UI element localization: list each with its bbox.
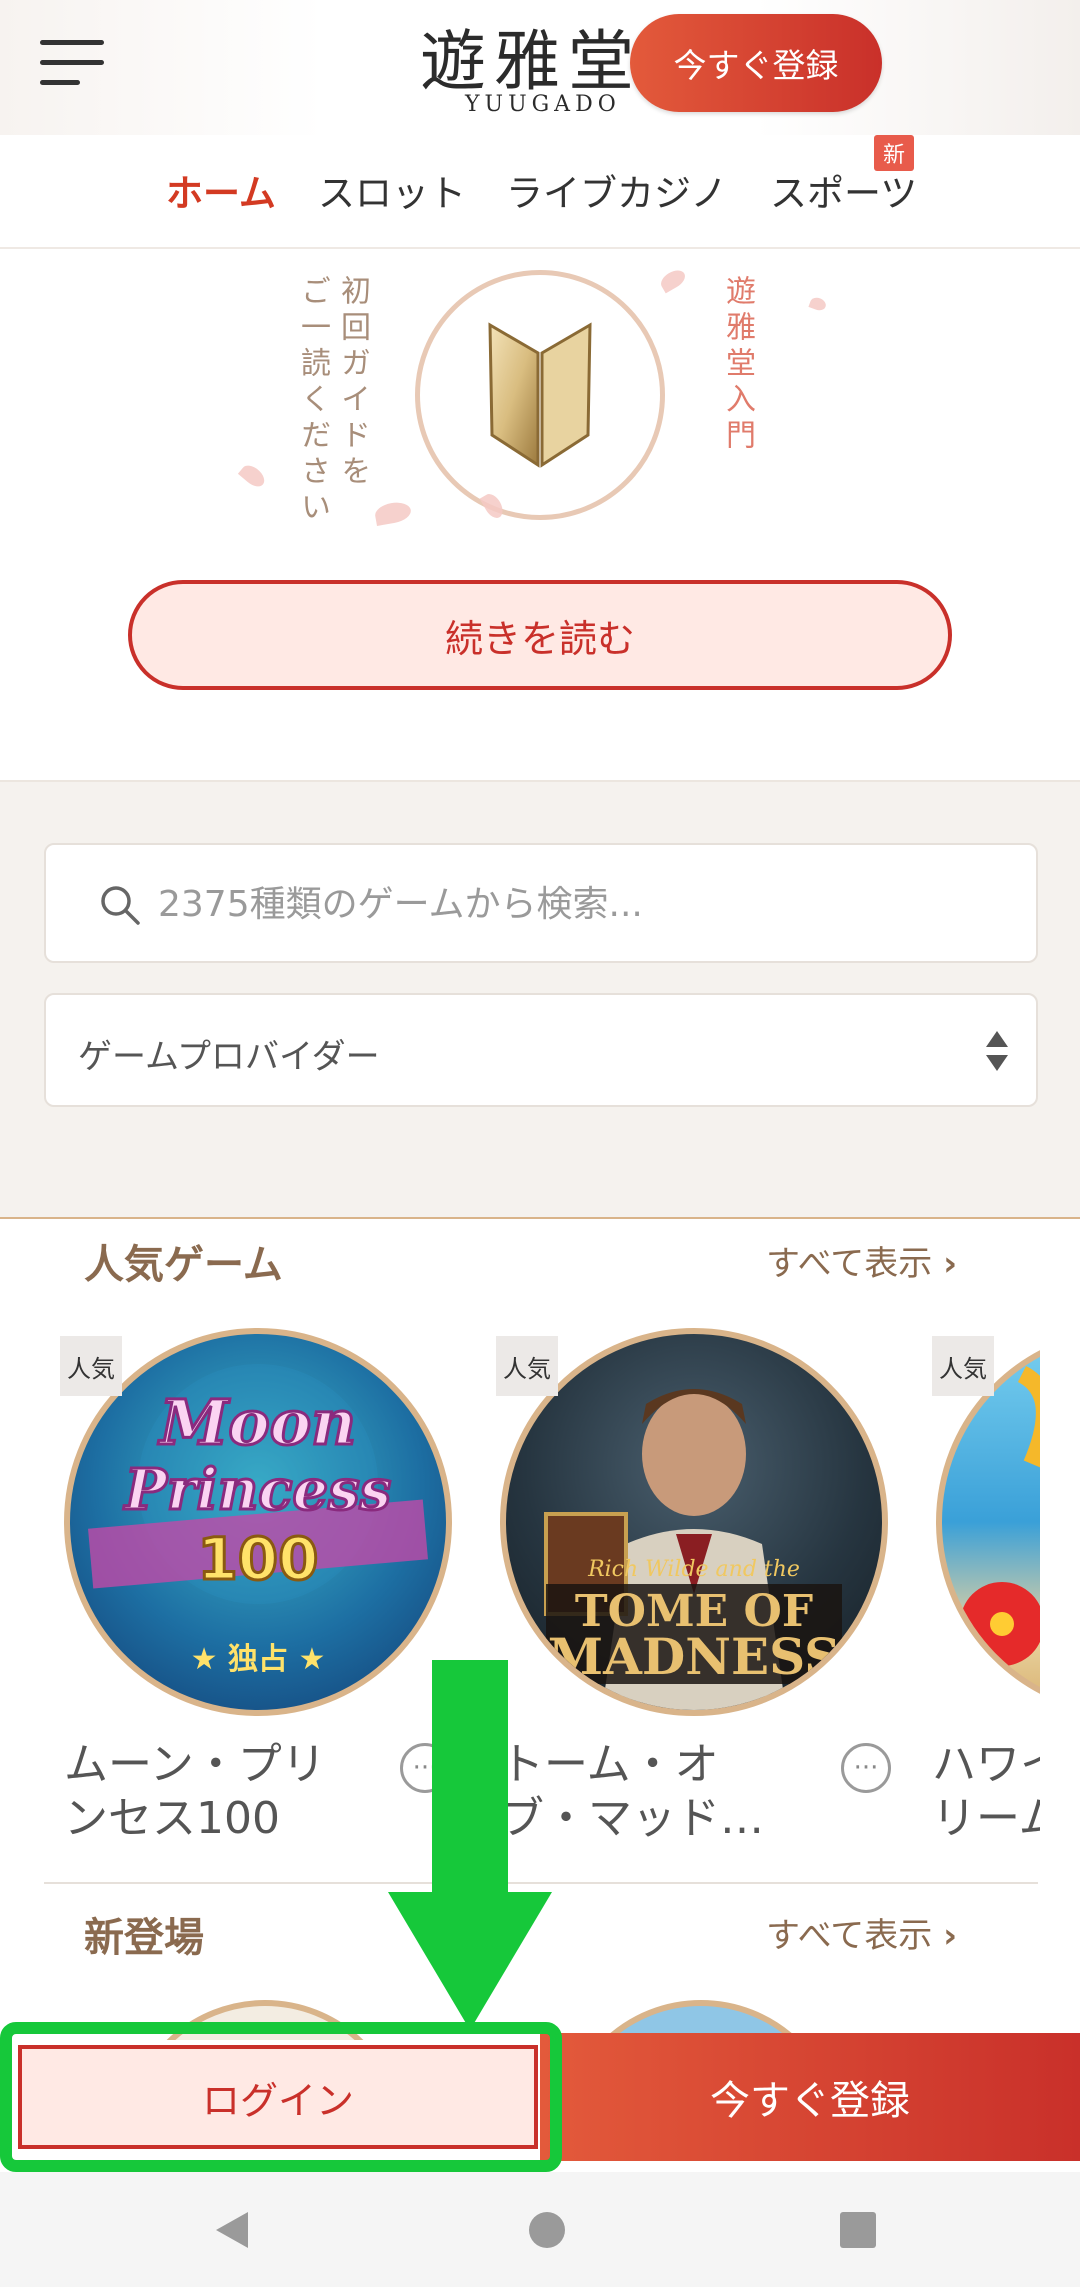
popular-tag: 人気 [932,1336,994,1396]
game-card-tome-of-madness[interactable]: Rich Wilde and the TOME OF MADNESS [500,1328,888,1716]
hamburger-menu-icon[interactable] [40,40,104,90]
view-all-label: すべて表示 [766,1916,933,1956]
tab-slots[interactable]: スロット [318,163,466,217]
game-name-line2: リーム [932,1793,1040,1844]
sort-arrows-icon [986,1031,1008,1071]
recents-icon[interactable] [838,2210,878,2250]
provider-select-label: ゲームプロバイダー [78,1037,380,1077]
guide-emblem[interactable] [415,270,665,520]
guide-title: 遊雅堂入門 [720,275,755,455]
chevron-right-icon: › [943,1244,958,1284]
game-name[interactable]: ムーン・プリ ンセス100 [64,1738,326,1846]
register-button-bottom[interactable]: 今すぐ登録 [540,2033,1080,2161]
search-input[interactable] [156,875,1020,933]
game-name: ハワイ リーム [932,1738,1040,1846]
new-arrivals-title: 新登場 [84,1915,204,1961]
game-name-clip[interactable]: ハワイ リーム [932,1738,1040,1848]
back-icon[interactable] [210,2208,254,2252]
provider-select[interactable]: ゲームプロバイダー [44,993,1038,1107]
beginner-mark-icon [488,322,592,468]
game-card-moon-princess[interactable]: Moon Princess 100 ★ 独占 ★ [64,1328,452,1716]
read-more-button[interactable]: 続きを読む [128,580,952,690]
guide-text-line2: ご一読ください [295,275,330,527]
tab-live-casino[interactable]: ライブカジノ [506,163,727,217]
register-button-header[interactable]: 今すぐ登録 [630,14,882,112]
new-badge: 新 [874,135,914,171]
hundred-art-text: 100 [197,1525,318,1593]
game-name-line1: ムーン・プリ [64,1739,326,1790]
guide-text-line1: 初回ガイドを [335,275,370,491]
view-all-label: すべて表示 [766,1244,933,1284]
more-options-icon[interactable]: ··· [841,1743,891,1793]
popular-tag: 人気 [60,1336,122,1396]
game-name-line2: ンセス100 [64,1793,280,1844]
popular-tag: 人気 [496,1336,558,1396]
moon-princess-artwork: Moon Princess 100 ★ 独占 ★ [88,1364,428,1677]
moon-art-text: Moon [158,1386,356,1459]
exclusive-art-text: ★ 独占 ★ [191,1642,326,1677]
popular-view-all-link[interactable]: すべて表示 › [766,1236,957,1285]
system-navigation-bar [0,2172,1080,2287]
game-name-line1: ハワイ [932,1739,1040,1790]
new-arrivals-view-all-link[interactable]: すべて表示 › [766,1908,957,1957]
popular-games-title: 人気ゲーム [84,1242,283,1288]
login-button[interactable]: ログイン [18,2045,538,2149]
home-icon[interactable] [527,2210,567,2250]
chevron-right-icon: › [943,1916,958,1956]
logo-subtitle: YUUGADO [465,92,621,117]
arrow-down-annotation-icon [388,1660,552,2030]
search-box[interactable] [44,843,1038,963]
tab-home[interactable]: ホーム [166,163,276,217]
rich-wilde-art-text: Rich Wilde and the [587,1557,800,1582]
tab-sports[interactable]: スポーツ [770,163,917,217]
search-icon [101,886,140,925]
tome-of-madness-artwork: Rich Wilde and the TOME OF MADNESS [544,1389,842,1710]
logo[interactable]: 遊雅堂 [420,8,642,104]
madness-art-text: MADNESS [548,1627,840,1686]
princess-art-text: Princess [123,1457,391,1523]
new-game-artwork [124,2000,406,2040]
